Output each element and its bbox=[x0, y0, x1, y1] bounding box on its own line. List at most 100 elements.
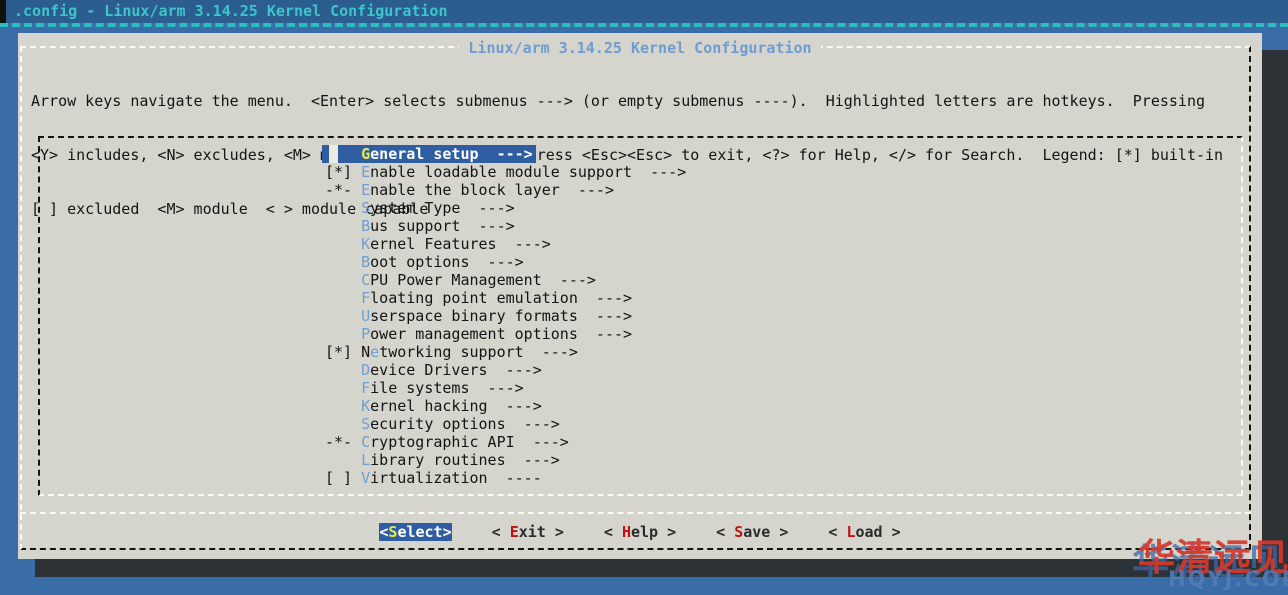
hotkey-letter: G bbox=[361, 145, 370, 163]
label-text bbox=[325, 325, 361, 343]
label-text: nable the block layer ---> bbox=[370, 181, 614, 199]
hotkey-letter: K bbox=[361, 235, 370, 253]
load-button[interactable]: < Load > bbox=[828, 523, 900, 541]
hotkey-letter: V bbox=[361, 469, 370, 487]
label-text bbox=[325, 361, 361, 379]
label-text bbox=[325, 235, 361, 253]
label-text: [*] bbox=[325, 343, 361, 361]
hotkey-letter: D bbox=[361, 361, 370, 379]
label-text bbox=[325, 199, 361, 217]
hotkey-letter: S bbox=[361, 415, 370, 433]
label-text: elp > bbox=[631, 523, 676, 541]
hotkey-letter: U bbox=[361, 307, 370, 325]
label-text bbox=[325, 217, 361, 235]
label-text: elect> bbox=[397, 523, 451, 541]
menu-item[interactable]: Library routines ---> bbox=[322, 451, 689, 469]
menu-item[interactable]: -*- Enable the block layer ---> bbox=[322, 181, 689, 199]
label-text: ernel hacking ---> bbox=[370, 397, 542, 415]
terminal-title: .config - Linux/arm 3.14.25 Kernel Confi… bbox=[14, 2, 447, 20]
select-button[interactable]: <Select> bbox=[379, 523, 451, 541]
label-text bbox=[325, 397, 361, 415]
label-text bbox=[325, 451, 361, 469]
hotkey-letter: H bbox=[622, 523, 631, 541]
label-text: < bbox=[716, 523, 734, 541]
menu-item[interactable]: Userspace binary formats ---> bbox=[322, 307, 689, 325]
hotkey-letter: B bbox=[361, 253, 370, 271]
menu-item[interactable]: Kernel Features ---> bbox=[322, 235, 689, 253]
hotkey-letter: F bbox=[361, 289, 370, 307]
label-text bbox=[325, 271, 361, 289]
label-text: < bbox=[828, 523, 846, 541]
button-separator bbox=[20, 512, 1251, 514]
exit-button[interactable]: < Exit > bbox=[492, 523, 564, 541]
menu-item[interactable]: [*] Enable loadable module support ---> bbox=[322, 163, 689, 181]
save-button[interactable]: < Save > bbox=[716, 523, 788, 541]
label-text: ile systems ---> bbox=[370, 379, 524, 397]
label-text: loating point emulation ---> bbox=[370, 289, 632, 307]
menu-item[interactable]: Bus support ---> bbox=[322, 217, 689, 235]
menu-item[interactable]: Floating point emulation ---> bbox=[322, 289, 689, 307]
label-text: oot options ---> bbox=[370, 253, 524, 271]
label-text: -*- bbox=[325, 433, 361, 451]
label-text: us support ---> bbox=[370, 217, 515, 235]
label-text: evice Drivers ---> bbox=[370, 361, 542, 379]
label-text: [*] bbox=[325, 163, 361, 181]
label-text: ernel Features ---> bbox=[370, 235, 551, 253]
label-text: eneral setup ---> bbox=[370, 145, 533, 163]
label-text: ibrary routines ---> bbox=[370, 451, 560, 469]
menu-item[interactable]: System Type ---> bbox=[322, 199, 689, 217]
hotkey-letter: S bbox=[361, 199, 370, 217]
config-dialog: Linux/arm 3.14.25 Kernel Configuration A… bbox=[18, 33, 1262, 559]
label-text bbox=[325, 253, 361, 271]
label-text: ecurity options ---> bbox=[370, 415, 560, 433]
label-text: [ ] bbox=[325, 469, 361, 487]
separator-line bbox=[0, 23, 1288, 27]
label-text: < bbox=[604, 523, 622, 541]
terminal-titlebar: .config - Linux/arm 3.14.25 Kernel Confi… bbox=[0, 0, 1288, 23]
help-button[interactable]: < Help > bbox=[604, 523, 676, 541]
dialog-title: Linux/arm 3.14.25 Kernel Configuration bbox=[18, 39, 1262, 57]
hotkey-letter: E bbox=[361, 163, 370, 181]
label-text: -*- bbox=[325, 181, 361, 199]
menu-item[interactable]: Security options ---> bbox=[322, 415, 689, 433]
label-text bbox=[325, 307, 361, 325]
hotkey-letter: S bbox=[734, 523, 743, 541]
menu-list: General setup --->[*] Enable loadable mo… bbox=[322, 145, 689, 487]
hotkey-letter: C bbox=[361, 271, 370, 289]
label-text: oad > bbox=[855, 523, 900, 541]
hotkey-letter: E bbox=[510, 523, 519, 541]
label-text: ryptographic API ---> bbox=[370, 433, 569, 451]
label-text: irtualization ---- bbox=[370, 469, 542, 487]
hotkey-letter: e bbox=[370, 343, 379, 361]
label-text: ystem Type ---> bbox=[370, 199, 515, 217]
menu-item[interactable]: [*] Networking support ---> bbox=[322, 343, 689, 361]
hotkey-letter: F bbox=[361, 379, 370, 397]
menu-item[interactable]: File systems ---> bbox=[322, 379, 689, 397]
label-text: ave > bbox=[743, 523, 788, 541]
label-text: xit > bbox=[519, 523, 564, 541]
cursor-block bbox=[329, 145, 338, 163]
label-text: N bbox=[361, 343, 370, 361]
label-text bbox=[325, 415, 361, 433]
dialog-shadow-bottom bbox=[35, 559, 1288, 577]
menu-item[interactable]: CPU Power Management ---> bbox=[322, 271, 689, 289]
label-text: nable loadable module support ---> bbox=[370, 163, 686, 181]
menu-item[interactable]: General setup ---> bbox=[322, 145, 689, 163]
menu-item[interactable]: Power management options ---> bbox=[322, 325, 689, 343]
button-row: <Select>< Exit >< Help >< Save >< Load > bbox=[18, 523, 1262, 541]
hotkey-letter: L bbox=[361, 451, 370, 469]
instruction-line: Arrow keys navigate the menu. <Enter> se… bbox=[31, 92, 1223, 110]
hotkey-letter: E bbox=[361, 181, 370, 199]
label-text: tworking support ---> bbox=[379, 343, 578, 361]
label-text bbox=[325, 289, 361, 307]
hotkey-letter: P bbox=[361, 325, 370, 343]
menu-item[interactable]: [ ] Virtualization ---- bbox=[322, 469, 689, 487]
menu-item[interactable]: Boot options ---> bbox=[322, 253, 689, 271]
menu-item[interactable]: Kernel hacking ---> bbox=[322, 397, 689, 415]
hotkey-letter: B bbox=[361, 217, 370, 235]
menu-item[interactable]: Device Drivers ---> bbox=[322, 361, 689, 379]
hotkey-letter: K bbox=[361, 397, 370, 415]
menu-item[interactable]: -*- Cryptographic API ---> bbox=[322, 433, 689, 451]
label-text: PU Power Management ---> bbox=[370, 271, 596, 289]
dialog-shadow-right bbox=[1262, 50, 1288, 577]
